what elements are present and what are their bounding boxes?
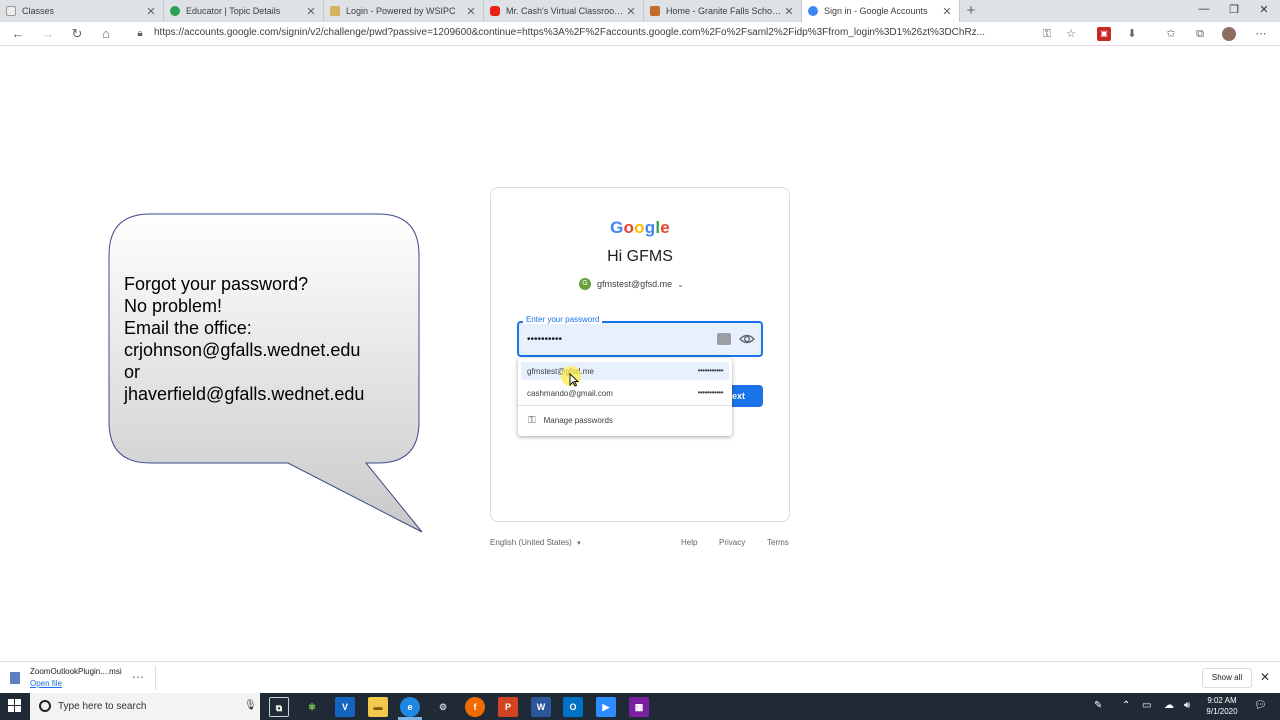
callout-email: crjohnson@gfalls.wednet.edu <box>124 340 361 360</box>
windows-start-icon[interactable] <box>8 699 22 713</box>
callout-line: Forgot your password? <box>124 274 309 294</box>
clock-date: 9/1/2020 <box>1206 707 1238 716</box>
chevron-down-icon: ⌄ <box>677 279 684 289</box>
divider <box>155 666 156 690</box>
autofill-masked-password: ••••••••••• <box>697 388 724 397</box>
edge-browser-icon[interactable]: e <box>400 697 420 717</box>
zoom-icon[interactable]: ▶ <box>596 697 616 717</box>
app-bug-icon[interactable]: ✱ <box>302 697 322 717</box>
autofill-entry[interactable]: cashmando@gmail.com ••••••••••• <box>521 384 729 402</box>
privacy-link[interactable]: Privacy <box>719 538 745 547</box>
microphone-icon[interactable]: 🎙︎ <box>244 700 257 711</box>
autofill-dropdown: gfmstest@gfsd.me ••••••••••• cashmando@g… <box>518 358 732 436</box>
greeting-title: Hi GFMS <box>607 248 673 265</box>
divider <box>518 405 732 406</box>
installer-file-icon <box>10 672 20 684</box>
volume-icon[interactable]: 🔊︎ <box>1184 700 1190 711</box>
app-v-icon[interactable]: V <box>335 697 355 717</box>
download-more-icon[interactable]: ⋯ <box>132 670 144 684</box>
caret-down-icon: ▾ <box>577 540 581 547</box>
app-gear-icon[interactable]: ⚙ <box>433 697 453 717</box>
screen-recorder-icon[interactable]: ▦ <box>629 697 649 717</box>
autofill-entry[interactable]: gfmstest@gfsd.me ••••••••••• <box>521 362 729 380</box>
google-logo: Google <box>610 218 670 237</box>
outlook-icon[interactable]: O <box>563 697 583 717</box>
callout-email: jhaverfield@gfalls.wednet.edu <box>124 384 365 404</box>
password-manager-key-icon[interactable] <box>717 333 731 345</box>
account-email: gfmstest@gfsd.me <box>597 279 673 289</box>
onedrive-icon[interactable]: ☁ <box>1164 700 1174 711</box>
open-file-link[interactable]: Open file <box>30 679 62 688</box>
close-downloads-icon[interactable]: ✕ <box>1260 670 1270 684</box>
firefox-icon[interactable]: f <box>465 697 485 717</box>
downloads-bar: ZoomOutlookPlugin....msi Open file ⋯ Sho… <box>0 661 1280 693</box>
cortana-icon <box>39 700 51 712</box>
callout-line: Email the office: <box>124 318 252 338</box>
word-icon[interactable]: W <box>531 697 551 717</box>
download-file-name[interactable]: ZoomOutlookPlugin....msi <box>30 667 122 676</box>
password-label: Enter your password <box>523 315 603 324</box>
password-field[interactable]: •••••••••• <box>517 321 763 357</box>
clock-time: 9:02 AM <box>1207 696 1237 705</box>
powerpoint-icon[interactable]: P <box>498 697 518 717</box>
notifications-icon[interactable]: 💬︎ <box>1254 700 1267 711</box>
language-selector[interactable]: English (United States) ▾ <box>490 538 581 547</box>
autofill-masked-password: ••••••••••• <box>697 366 724 375</box>
pen-icon[interactable]: ✎ <box>1094 700 1102 711</box>
account-chip[interactable]: G gfmstest@gfsd.me ⌄ <box>579 276 684 292</box>
language-label: English (United States) <box>490 538 572 547</box>
avatar: G <box>579 278 591 290</box>
task-view-icon[interactable]: ⧉ <box>269 697 289 717</box>
autofill-email: cashmando@gmail.com <box>527 389 613 398</box>
taskbar-search-box[interactable]: Type here to search 🎙︎ <box>30 693 260 720</box>
taskbar-clock[interactable]: 9:02 AM 9/1/2020 <box>1196 695 1248 717</box>
tray-chevron-up-icon[interactable]: ⌃ <box>1122 700 1130 711</box>
file-explorer-icon[interactable]: ▬ <box>368 697 388 717</box>
callout-line: No problem! <box>124 296 223 316</box>
callout-text: Forgot your password? No problem! Email … <box>124 273 364 405</box>
callout-line: or <box>124 362 141 382</box>
windows-taskbar: Type here to search 🎙︎ ⧉ ✱ V ▬ e ⚙ f P W… <box>0 693 1280 720</box>
help-link[interactable]: Help <box>681 538 697 547</box>
password-value: •••••••••• <box>527 334 563 345</box>
show-password-eye-icon[interactable] <box>739 331 755 347</box>
manage-passwords-label: Manage passwords <box>543 416 613 425</box>
terms-link[interactable]: Terms <box>767 538 789 547</box>
key-icon: ⚿ <box>528 415 536 426</box>
tray-app-icon[interactable]: ▭ <box>1142 700 1151 711</box>
search-placeholder: Type here to search <box>58 701 147 712</box>
mouse-cursor-icon <box>569 373 579 387</box>
signin-card: Google Hi GFMS G gfmstest@gfsd.me ⌄ ••••… <box>490 187 790 522</box>
manage-passwords-item[interactable]: ⚿ Manage passwords <box>528 415 613 426</box>
show-all-button[interactable]: Show all <box>1202 668 1252 688</box>
